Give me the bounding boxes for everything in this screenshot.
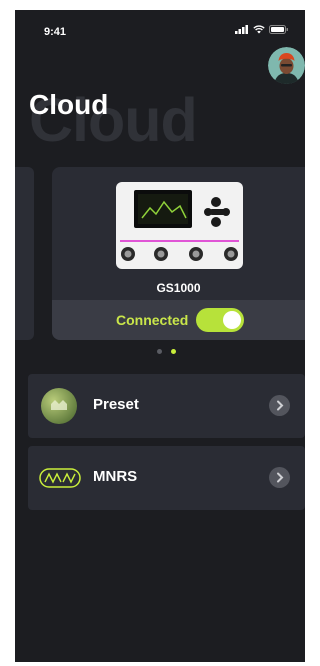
menu-item-mnrs[interactable]: MNRS	[28, 446, 305, 510]
device-name: GS1000	[156, 281, 201, 295]
status-time: 9:41	[44, 26, 67, 38]
mnrs-icon	[39, 468, 81, 488]
pagination-dot-active[interactable]	[171, 349, 176, 354]
carousel-pagination	[157, 349, 176, 354]
signal-icon	[235, 25, 248, 34]
connection-status-label: Connected	[116, 312, 189, 328]
phone-screen: 9:41 Cloud Cloud GS1000 Connected Preset…	[15, 10, 305, 662]
chevron-right-icon	[269, 395, 290, 416]
avatar[interactable]	[268, 47, 305, 84]
pagination-dot[interactable]	[157, 349, 162, 354]
device-card[interactable]: GS1000 Connected	[52, 167, 305, 340]
wifi-icon	[253, 25, 265, 34]
preset-icon	[41, 388, 77, 424]
previous-device-card[interactable]	[15, 167, 34, 340]
connection-bar: Connected	[52, 300, 305, 340]
toggle-knob	[223, 311, 241, 329]
page-title: Cloud	[29, 89, 109, 120]
connection-toggle[interactable]	[196, 308, 244, 332]
chevron-right-icon	[269, 467, 290, 488]
menu-item-label: Preset	[93, 396, 139, 413]
battery-icon	[269, 25, 288, 34]
device-image	[116, 182, 243, 269]
status-icons	[235, 25, 289, 34]
menu-item-label: MNRS	[93, 468, 138, 485]
menu-item-preset[interactable]: Preset	[28, 374, 305, 438]
